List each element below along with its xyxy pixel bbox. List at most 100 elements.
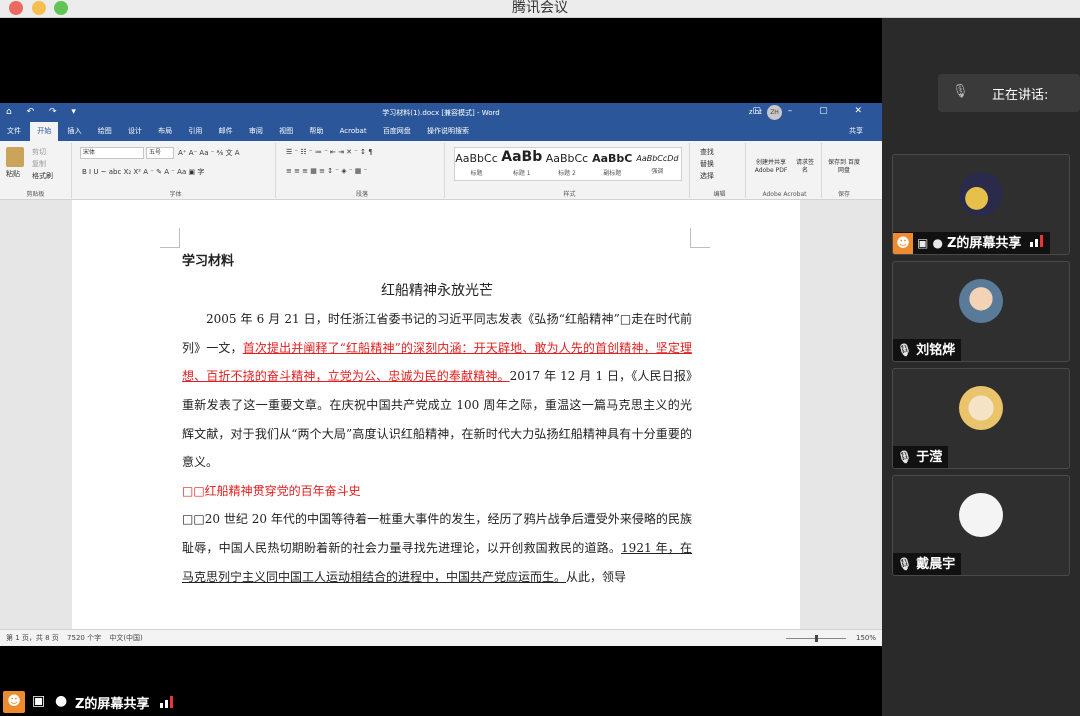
text-run: 2017 年 12 月 1 日，《人民日报》重新发表了这一重要文章。在庆祝中国共… [182, 369, 692, 470]
select-button[interactable]: 选择 [700, 171, 714, 181]
editing-group-label: 编辑 [713, 191, 726, 198]
style-title[interactable]: AaBbCc 标题 [455, 148, 498, 177]
sharer-bar: ☻ ▣ ● Z的屏幕共享 [0, 688, 882, 716]
font-format-buttons[interactable]: B I U ~ abc X₂ X² A ⁻ ✎ A ⁻ Aa ▣ 字 [82, 167, 204, 177]
speaking-indicator: 🎙︎ 正在讲话: [938, 74, 1080, 112]
participant-name: Z的屏幕共享 [947, 236, 1022, 251]
paragraph-row1-buttons[interactable]: ☰ ⁻ ☷ ⁻ ≔ ⁻ ⇤ ⇥ ✕ ⁻ ↕ ¶ [286, 148, 373, 156]
signal-icon [160, 696, 176, 708]
doc-title: 红船精神永放光芒 [381, 282, 493, 299]
paste-button[interactable]: 粘贴 [6, 169, 20, 179]
tell-me-search[interactable]: 操作说明搜索 [420, 122, 476, 141]
language[interactable]: 中文(中国) [109, 634, 142, 642]
style-sample: AaBbCcDd [636, 154, 679, 163]
tab-references[interactable]: 引用 [181, 122, 209, 141]
participant-name-bar: ☻ ▣ ● Z的屏幕共享 [893, 232, 1050, 254]
paragraph-row2-buttons[interactable]: ≡ ≡ ≡ ▦ ≡ ↕ ⁻ ◈ ⁻ ▦ ⁻ [286, 167, 367, 175]
page-count[interactable]: 第 1 页，共 8 页 [6, 634, 59, 642]
tab-review[interactable]: 审阅 [242, 122, 270, 141]
tab-help[interactable]: 帮助 [302, 122, 330, 141]
speaking-label: 正在讲话: [992, 88, 1049, 103]
status-bar: 第 1 页，共 8 页 7520 个字 中文(中国) 150% [0, 629, 882, 646]
zoom-level[interactable]: 150% [856, 630, 876, 646]
participant-name: 戴晨宇 [916, 557, 956, 572]
paragraph-group-label: 段落 [355, 191, 368, 198]
participant-tile[interactable]: 🎙︎ 于滢 [892, 368, 1070, 469]
subheading-1: □□红船精神贯穿党的百年奋斗史 [182, 483, 361, 498]
document-area[interactable]: 学习材料 红船精神永放光芒 2005 年 6 月 21 日，时任浙江省委书记的习… [0, 200, 882, 630]
acrobat-group-label: Adobe Acrobat [762, 191, 807, 198]
mic-off-icon: 🎙︎ [897, 557, 913, 571]
tab-mailings[interactable]: 邮件 [212, 122, 240, 141]
style-sample: AaBb [501, 149, 543, 165]
tab-layout[interactable]: 布局 [151, 122, 179, 141]
font-name-select[interactable]: 宋体 [80, 147, 144, 159]
participant-sidebar: 🎙︎ 正在讲话: ☻ ▣ ● Z的屏幕共享 🎙︎ 刘铭烨 🎙︎ 于滢 🎙︎ 戴晨宇 [882, 18, 1080, 716]
copy-button[interactable]: 复制 [32, 159, 46, 169]
document-page[interactable]: 学习材料 红船精神永放光芒 2005 年 6 月 21 日，时任浙江省委书记的习… [72, 200, 800, 630]
tab-home[interactable]: 开始 [30, 122, 59, 141]
save-to-baidu-button[interactable]: 保存到 百度网盘 [826, 159, 862, 175]
tab-baidu[interactable]: 百度网盘 [376, 122, 418, 141]
word-window-buttons[interactable]: ▢ – ▢ ✕ [752, 106, 874, 116]
word-count[interactable]: 7520 个字 [67, 634, 101, 642]
person-icon: ☻ [3, 691, 25, 713]
sharer-label: Z的屏幕共享 [75, 697, 150, 712]
paste-icon[interactable] [6, 147, 24, 167]
style-name: 标题 1 [512, 170, 531, 177]
participant-tile[interactable]: ☻ ▣ ● Z的屏幕共享 [892, 154, 1070, 255]
clipboard-group: 粘贴 剪切 复制 格式刷 剪贴板 [0, 143, 72, 198]
font-group: 宋体 五号 A⁺ A⁻ Aa ⁻ ⅍ 文 A B I U ~ abc X₂ X²… [76, 143, 276, 198]
replace-button[interactable]: 替换 [700, 159, 714, 169]
paragraph-group: ☰ ⁻ ☷ ⁻ ≔ ⁻ ⇤ ⇥ ✕ ⁻ ↕ ¶ ≡ ≡ ≡ ▦ ≡ ↕ ⁻ ◈ … [280, 143, 445, 198]
screen-share-icon: ▣ [32, 693, 46, 709]
tab-draw[interactable]: 绘图 [91, 122, 119, 141]
font-size-buttons[interactable]: A⁺ A⁻ Aa ⁻ ⅍ 文 A [178, 148, 239, 158]
mic-off-icon: 🎙︎ [952, 84, 969, 99]
app-title: 腾讯会议 [512, 0, 568, 16]
zoom-slider-handle[interactable] [815, 635, 818, 642]
style-name: 强调 [651, 168, 664, 175]
avatar [959, 279, 1003, 323]
tab-design[interactable]: 设计 [121, 122, 149, 141]
participant-tile[interactable]: 🎙︎ 刘铭烨 [892, 261, 1070, 362]
screen-share-icon: ▣ ● [917, 236, 943, 250]
style-subtitle[interactable]: AaBbC 副标题 [591, 148, 634, 177]
tab-acrobat[interactable]: Acrobat [333, 122, 374, 141]
ribbon-tabs: 文件 开始 插入 绘图 设计 布局 引用 邮件 审阅 视图 帮助 Acrobat… [0, 122, 882, 141]
style-name: 标题 2 [558, 170, 576, 177]
participant-name: 于滢 [916, 450, 943, 465]
create-pdf-button[interactable]: 创建并共享 Adobe PDF [752, 159, 790, 175]
style-heading2[interactable]: AaBbCc 标题 2 [545, 148, 589, 177]
style-sample: AaBbCc [545, 152, 589, 165]
participant-name-bar: 🎙︎ 于滢 [893, 446, 949, 468]
text-run: 从此，领导 [566, 569, 627, 584]
style-sample: AaBbC [592, 152, 633, 165]
signal-icon [1029, 235, 1044, 247]
request-sign-button[interactable]: 请求签名 [794, 159, 816, 175]
tab-insert[interactable]: 插入 [60, 122, 88, 141]
crop-mark [160, 228, 180, 248]
doc-heading: 学习材料 [182, 254, 235, 269]
styles-gallery: AaBbCc 标题 AaBb 标题 1 AaBbCc 标题 2 AaBbC 副标题 Aa… [454, 147, 682, 181]
find-button[interactable]: 查找 [700, 147, 714, 157]
document-text[interactable]: 学习材料 红船精神永放光芒 2005 年 6 月 21 日，时任浙江省委书记的习… [182, 248, 692, 591]
participant-tile[interactable]: 🎙︎ 戴晨宇 [892, 475, 1070, 576]
title-bar: 腾讯会议 [0, 0, 1080, 18]
tab-file[interactable]: 文件 [0, 122, 28, 141]
cut-button[interactable]: 剪切 [32, 147, 46, 157]
style-heading1[interactable]: AaBb 标题 1 [500, 148, 543, 177]
share-button[interactable]: 共享 [842, 122, 870, 141]
format-painter-button[interactable]: 格式刷 [32, 171, 53, 181]
style-emphasis[interactable]: AaBbCcDd 强调 [636, 148, 679, 175]
paragraph-2: □□20 世纪 20 年代的中国等待着一桩重大事件的发生，经历了鸦片战争后遭受外… [182, 505, 692, 591]
mic-icon: ● [55, 693, 68, 709]
font-size-select[interactable]: 五号 [146, 147, 174, 159]
avatar [959, 172, 1003, 216]
font-group-label: 字体 [169, 191, 182, 198]
participant-name-bar: 🎙︎ 戴晨宇 [893, 553, 962, 575]
style-name: 副标题 [603, 170, 622, 177]
avatar [959, 386, 1003, 430]
tab-view[interactable]: 视图 [272, 122, 300, 141]
paragraph-1: 2005 年 6 月 21 日，时任浙江省委书记的习近平同志发表《弘扬“红船精神… [182, 305, 692, 477]
